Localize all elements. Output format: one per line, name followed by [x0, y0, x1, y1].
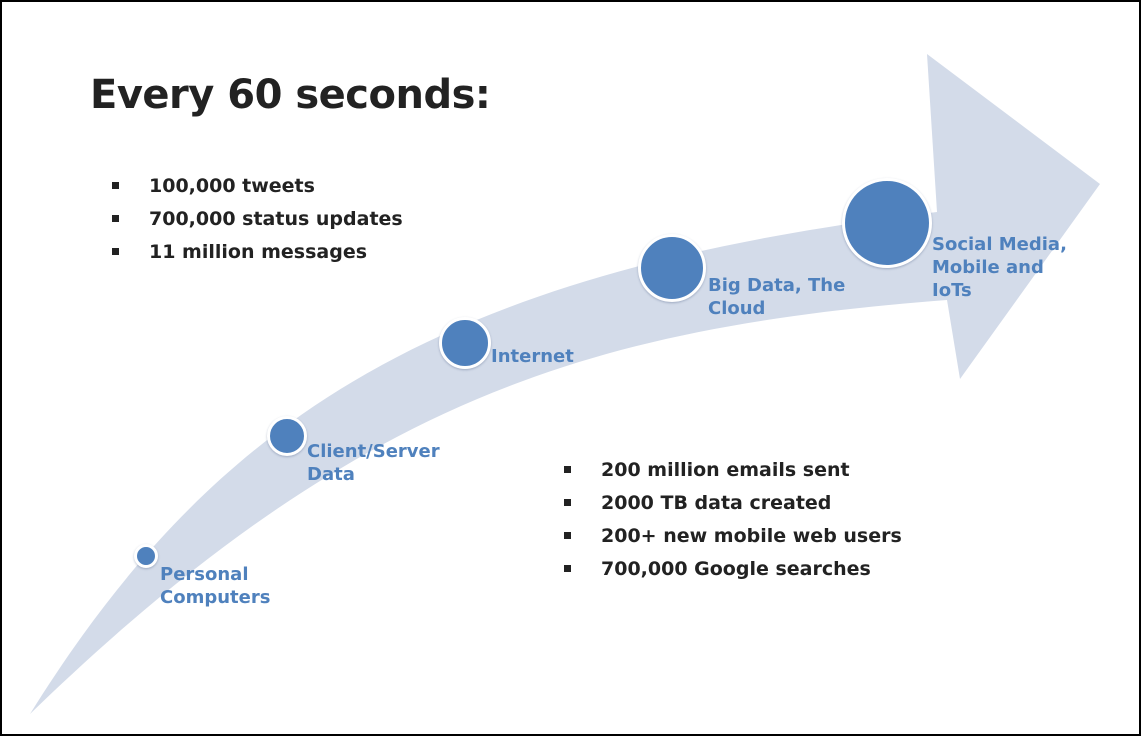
growth-arrow-shape: [30, 54, 1100, 714]
stats-list-bottom: 200 million emails sent 2000 TB data cre…: [555, 454, 902, 586]
stat-text: 200+ new mobile web users: [601, 525, 902, 547]
stat-item: 700,000 Google searches: [555, 553, 902, 586]
page-title: Every 60 seconds:: [90, 72, 491, 118]
stat-item: 100,000 tweets: [103, 170, 403, 203]
stage-label-internet: Internet: [491, 346, 574, 367]
stat-item: 2000 TB data created: [555, 487, 902, 520]
stat-item: 200+ new mobile web users: [555, 520, 902, 553]
bullet-icon: [564, 565, 571, 572]
stage-label-personal-computers: Personal Computers: [160, 564, 271, 608]
stat-item: 200 million emails sent: [555, 454, 902, 487]
stage-node-social-media: [842, 178, 932, 268]
stat-text: 100,000 tweets: [149, 175, 315, 197]
stat-text: 2000 TB data created: [601, 492, 832, 514]
bullet-icon: [564, 499, 571, 506]
stage-label-social-media: Social Media, Mobile and IoTs: [932, 234, 1067, 301]
slide: Every 60 seconds: 100,000 tweets 700,000…: [0, 0, 1141, 736]
stage-label-client-server: Client/Server Data: [307, 441, 440, 485]
stat-text: 11 million messages: [149, 241, 368, 263]
stat-item: 700,000 status updates: [103, 203, 403, 236]
stat-text: 200 million emails sent: [601, 459, 850, 481]
bullet-icon: [564, 466, 571, 473]
stat-text: 700,000 Google searches: [601, 558, 871, 580]
stage-node-personal-computers: [134, 544, 158, 568]
bullet-icon: [112, 182, 119, 189]
stage-node-internet: [439, 317, 491, 369]
bullet-icon: [112, 215, 119, 222]
bullet-icon: [564, 532, 571, 539]
stage-label-big-data: Big Data, The Cloud: [708, 275, 846, 319]
bullet-icon: [112, 248, 119, 255]
stats-list-top: 100,000 tweets 700,000 status updates 11…: [103, 170, 403, 269]
stat-item: 11 million messages: [103, 236, 403, 269]
stage-node-client-server: [267, 416, 307, 456]
stage-node-big-data: [638, 234, 706, 302]
stat-text: 700,000 status updates: [149, 208, 403, 230]
